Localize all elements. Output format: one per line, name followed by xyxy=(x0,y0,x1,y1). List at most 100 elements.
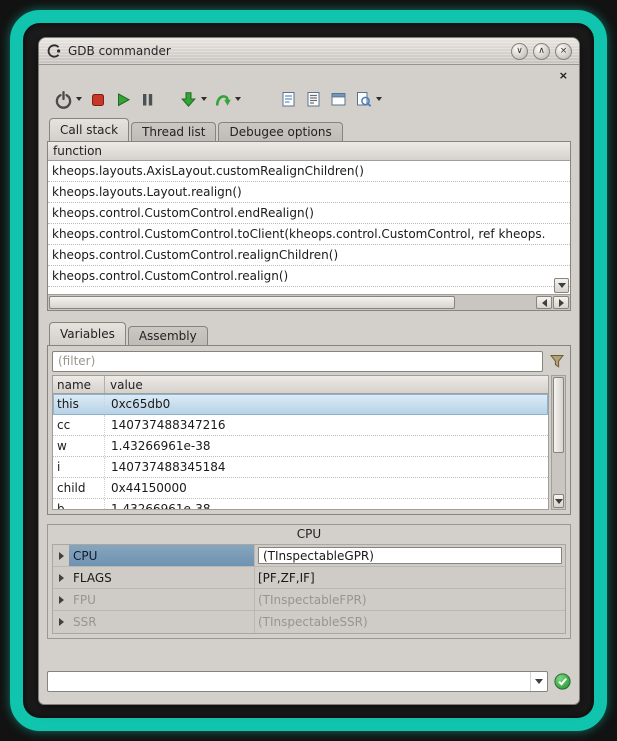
command-combobox[interactable] xyxy=(47,671,548,692)
window-title: GDB commander xyxy=(68,44,171,58)
run-icon xyxy=(113,90,132,109)
variable-name: i xyxy=(53,457,105,477)
filter-row xyxy=(52,350,566,372)
horizontal-scrollbar[interactable] xyxy=(48,294,570,310)
chevron-right-icon xyxy=(59,596,64,604)
callstack-row[interactable]: kheops.control.CustomControl.toClient(kh… xyxy=(48,224,570,245)
callstack-row[interactable]: kheops.control.CustomControl.realignChil… xyxy=(48,245,570,266)
variables-table: name value this 0xc65db0 cc 140737488347… xyxy=(52,375,549,510)
inspect-button[interactable] xyxy=(351,86,385,112)
callstack-column-header[interactable]: function xyxy=(48,142,570,161)
command-row xyxy=(47,670,571,692)
app-icon xyxy=(46,43,62,59)
scroll-left-button[interactable] xyxy=(536,296,552,309)
tab-call-stack[interactable]: Call stack xyxy=(49,118,129,141)
combobox-dropdown-button[interactable] xyxy=(530,672,547,691)
variable-row[interactable]: w 1.43266961e-38 xyxy=(53,436,548,457)
cpu-row-value[interactable]: (TInspectableSSR) xyxy=(255,611,565,633)
variable-name: w xyxy=(53,436,105,456)
expander-ssr[interactable] xyxy=(53,611,69,633)
variables-table-area: name value this 0xc65db0 cc 140737488347… xyxy=(52,375,566,510)
scroll-down-button[interactable] xyxy=(553,494,564,508)
log-icon xyxy=(279,90,298,109)
pause-button[interactable] xyxy=(135,86,160,112)
variables-panel: name value this 0xc65db0 cc 140737488347… xyxy=(47,345,571,515)
inspect-icon xyxy=(354,90,373,109)
output-button[interactable] xyxy=(301,86,326,112)
scrollbar-trough[interactable] xyxy=(455,296,535,309)
variable-value: 1.43266961e-38 xyxy=(105,499,548,510)
scroll-down-button[interactable] xyxy=(554,278,569,293)
client-area: × xyxy=(39,65,579,704)
cpu-value-field[interactable]: (TInspectableGPR) xyxy=(258,547,562,564)
close-button[interactable]: × xyxy=(555,43,572,60)
variable-name: child xyxy=(53,478,105,498)
variable-name: b xyxy=(53,499,105,510)
cpu-row-name[interactable]: FLAGS xyxy=(69,567,255,589)
chevron-down-icon xyxy=(555,499,563,504)
stop-button[interactable] xyxy=(85,86,110,112)
expander-cpu[interactable] xyxy=(53,545,69,567)
ok-icon[interactable] xyxy=(554,673,571,690)
windows-button[interactable] xyxy=(326,86,351,112)
chevron-right-icon xyxy=(559,299,564,307)
window-buttons: ∨ ∧ × xyxy=(511,43,572,60)
expander-flags[interactable] xyxy=(53,567,69,589)
variable-name: cc xyxy=(53,415,105,435)
callstack-panel: function kheops.layouts.AxisLayout.custo… xyxy=(47,141,571,311)
cpu-row-name[interactable]: SSR xyxy=(69,611,255,633)
variable-row[interactable]: b 1.43266961e-38 xyxy=(53,499,548,510)
continue-dropdown-icon[interactable] xyxy=(235,97,241,101)
inspect-dropdown-icon[interactable] xyxy=(376,97,382,101)
chevron-right-icon xyxy=(59,574,64,582)
filter-input[interactable] xyxy=(52,351,543,372)
callstack-row[interactable]: kheops.layouts.AxisLayout.customRealignC… xyxy=(48,161,570,182)
column-header-value[interactable]: value xyxy=(105,376,548,393)
power-dropdown-icon[interactable] xyxy=(76,97,82,101)
scrollbar-thumb[interactable] xyxy=(553,377,564,453)
debug-toolbar xyxy=(47,82,571,116)
callstack-tabbar: Call stack Thread list Debugee options xyxy=(47,116,571,141)
titlebar[interactable]: GDB commander ∨ ∧ × xyxy=(39,38,579,65)
maximize-button[interactable]: ∧ xyxy=(533,43,550,60)
step-dropdown-icon[interactable] xyxy=(201,97,207,101)
chevron-right-icon xyxy=(59,552,64,560)
column-header-name[interactable]: name xyxy=(53,376,105,393)
variable-row[interactable]: child 0x44150000 xyxy=(53,478,548,499)
callstack-row[interactable]: kheops.control.CustomControl.endRealign(… xyxy=(48,203,570,224)
expander-fpu[interactable] xyxy=(53,589,69,611)
filter-icon[interactable] xyxy=(548,352,566,370)
tab-variables[interactable]: Variables xyxy=(49,322,126,345)
tab-debugee-options[interactable]: Debugee options xyxy=(218,122,342,141)
tab-assembly[interactable]: Assembly xyxy=(128,326,208,345)
chevron-right-icon xyxy=(59,618,64,626)
cpu-row-value[interactable]: [PF,ZF,IF] xyxy=(255,567,565,589)
cpu-row-name[interactable]: CPU xyxy=(69,545,255,567)
scroll-right-button[interactable] xyxy=(553,296,569,309)
pause-icon xyxy=(138,90,157,109)
continue-button[interactable] xyxy=(210,86,244,112)
log-button[interactable] xyxy=(276,86,301,112)
vertical-scrollbar[interactable] xyxy=(551,375,566,510)
callstack-row[interactable]: kheops.layouts.Layout.realign() xyxy=(48,182,570,203)
power-icon xyxy=(54,90,73,109)
variables-header-row: name value xyxy=(53,376,548,394)
power-button[interactable] xyxy=(51,86,85,112)
cpu-group-title: CPU xyxy=(52,527,566,544)
variable-value: 1.43266961e-38 xyxy=(105,436,548,456)
callstack-rows: kheops.layouts.AxisLayout.customRealignC… xyxy=(48,161,570,294)
scrollbar-trough[interactable] xyxy=(553,453,564,493)
minimize-button[interactable]: ∨ xyxy=(511,43,528,60)
run-button[interactable] xyxy=(110,86,135,112)
tab-thread-list[interactable]: Thread list xyxy=(131,122,216,141)
desktop-background: GDB commander ∨ ∧ × × xyxy=(0,0,617,741)
cpu-row-value[interactable]: (TInspectableFPR) xyxy=(255,589,565,611)
step-button[interactable] xyxy=(176,86,210,112)
variable-row[interactable]: cc 140737488347216 xyxy=(53,415,548,436)
scrollbar-thumb[interactable] xyxy=(49,296,455,309)
variable-row[interactable]: i 140737488345184 xyxy=(53,457,548,478)
variable-row[interactable]: this 0xc65db0 xyxy=(53,394,548,415)
callstack-row[interactable]: kheops.control.CustomControl.realign() xyxy=(48,266,570,287)
cpu-row-name[interactable]: FPU xyxy=(69,589,255,611)
dock-close-icon[interactable]: × xyxy=(559,70,568,81)
